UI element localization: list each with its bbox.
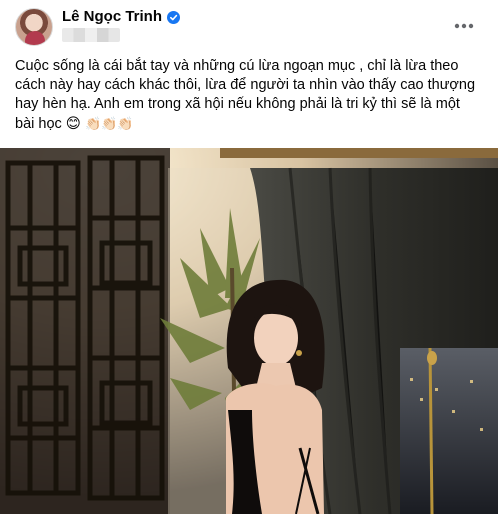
author-name[interactable]: Lê Ngọc Trinh [62,8,162,26]
post-photo[interactable] [0,148,498,514]
post-header: Lê Ngọc Trinh [0,0,498,52]
author-avatar[interactable] [15,8,53,46]
more-options-button[interactable] [446,8,482,44]
caption-line-4-text: bài học [15,116,62,132]
verified-badge-icon [167,10,181,24]
smile-emoji: 😊 [65,116,81,132]
clap-emoji-3: 👏🏻 [117,116,134,131]
caption-line-2: cách này hay cách khác thôi, lừa để ngườ… [15,77,476,93]
author-row: Lê Ngọc Trinh [62,8,181,26]
post-caption: Cuộc sống là cái bắt tay và những cú lừa… [15,57,485,133]
clap-emoji-2: 👏🏻 [101,116,118,131]
caption-line-3: hay hèn hạ. Anh em trong xã hội nếu khôn… [15,96,460,112]
blurred-timestamp [62,28,120,42]
more-options-icon [454,23,474,29]
caption-line-1: Cuộc sống là cái bắt tay và những cú lừa… [15,58,459,74]
facebook-post: Lê Ngọc Trinh Cuộc sống là cái bắt tay v… [0,0,498,514]
caption-line-4: bài học 😊 👏🏻👏🏻👏🏻 [15,114,485,133]
clap-emoji-1: 👏🏻 [84,116,102,131]
post-meta [62,28,120,44]
post-photo-image [0,148,498,514]
